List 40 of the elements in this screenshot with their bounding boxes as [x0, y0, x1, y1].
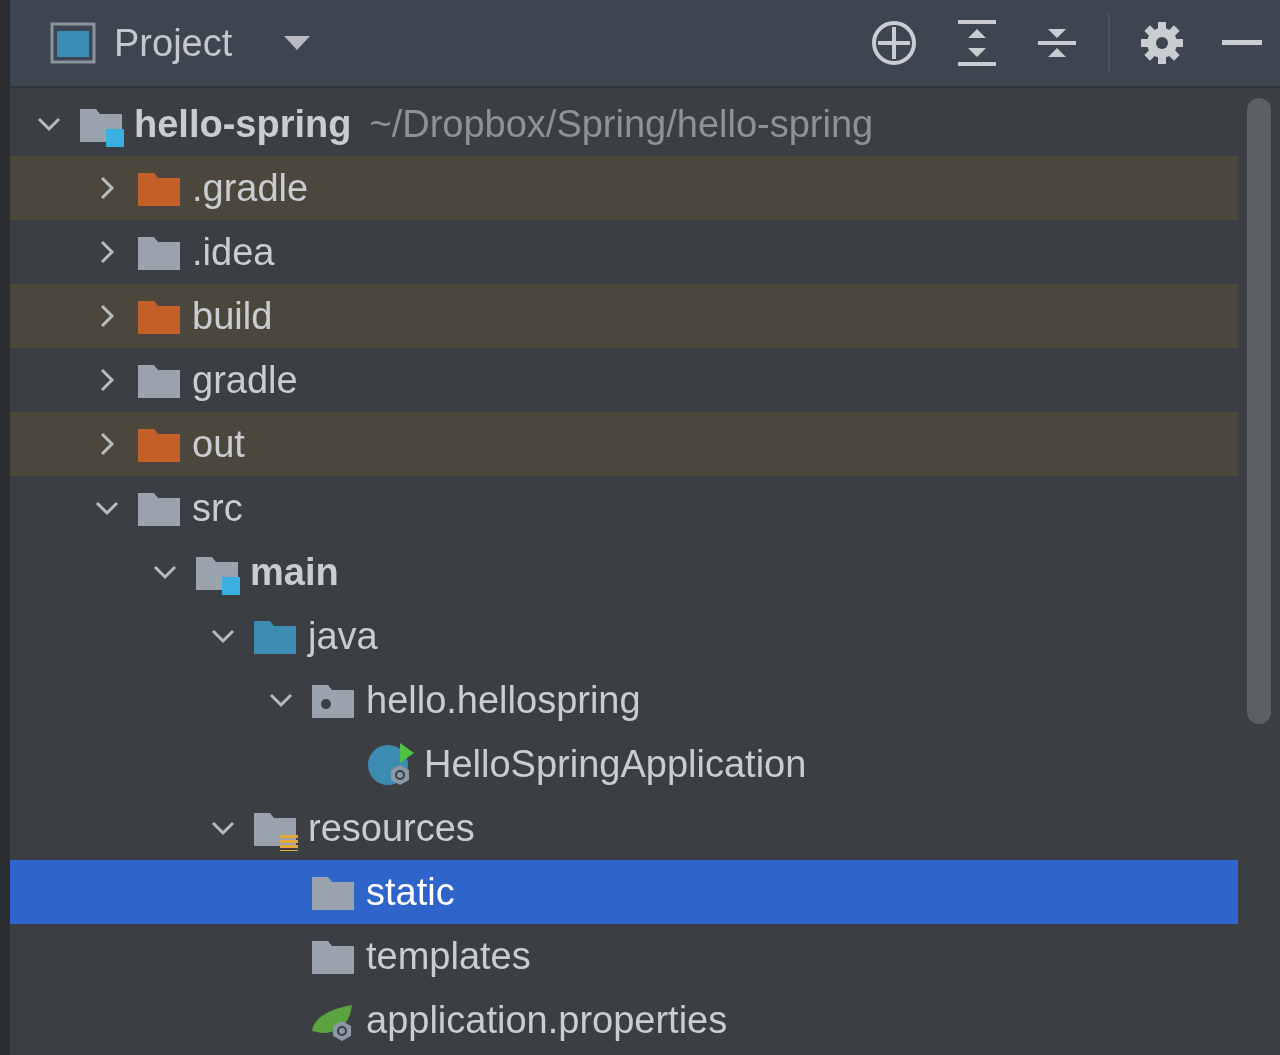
tree-item-label: resources: [308, 806, 475, 850]
tree-row[interactable]: java: [10, 604, 1238, 668]
class-icon: [366, 741, 416, 787]
tree-item-label: HelloSpringApplication: [424, 742, 807, 786]
tree-item-label: hello.hellospring: [366, 678, 641, 722]
tree-row[interactable]: application.properties: [10, 988, 1238, 1052]
tree-item-label: gradle: [192, 358, 298, 402]
tree-row[interactable]: hello.hellospring: [10, 668, 1238, 732]
tree-row[interactable]: main: [10, 540, 1238, 604]
crosshair-icon[interactable]: [870, 19, 918, 67]
window-icon: [50, 22, 96, 64]
tree-row[interactable]: HelloSpringApplication: [10, 732, 1238, 796]
settings-icon[interactable]: [1140, 21, 1184, 65]
tree-item-label: hello-spring: [134, 102, 352, 146]
tree-item-label: static: [366, 870, 455, 914]
tree-row[interactable]: out: [10, 412, 1238, 476]
tree-row[interactable]: gradle: [10, 348, 1238, 412]
tree-item-label: out: [192, 422, 245, 466]
tree-row[interactable]: static: [10, 860, 1238, 924]
tree-row[interactable]: resources: [10, 796, 1238, 860]
scrollbar-thumb[interactable]: [1247, 98, 1271, 724]
expand-all-icon[interactable]: [956, 19, 998, 67]
tree-row[interactable]: .gradle: [10, 156, 1238, 220]
tree-row[interactable]: templates: [10, 924, 1238, 988]
tree-item-label: build: [192, 294, 273, 338]
project-path: ~/Dropbox/Spring/hello-spring: [369, 102, 874, 146]
tree-item-label: application.properties: [366, 998, 728, 1042]
tree-row[interactable]: .idea: [10, 220, 1238, 284]
tree-item-label: .gradle: [192, 166, 309, 210]
tree-row[interactable]: hello-spring ~/Dropbox/Spring/hello-spring: [10, 92, 1238, 156]
tree-item-label: main: [250, 550, 339, 594]
tree-item-label: java: [308, 614, 378, 658]
tree-item-label: src: [192, 486, 243, 530]
tree-row[interactable]: src: [10, 476, 1238, 540]
minimize-icon[interactable]: [1222, 40, 1262, 46]
dropdown-caret-icon[interactable]: [282, 34, 313, 52]
tree-item-label: .idea: [192, 230, 275, 274]
panel-title: Project: [114, 21, 233, 65]
tree-item-label: templates: [366, 934, 531, 978]
tree-row[interactable]: build: [10, 284, 1238, 348]
